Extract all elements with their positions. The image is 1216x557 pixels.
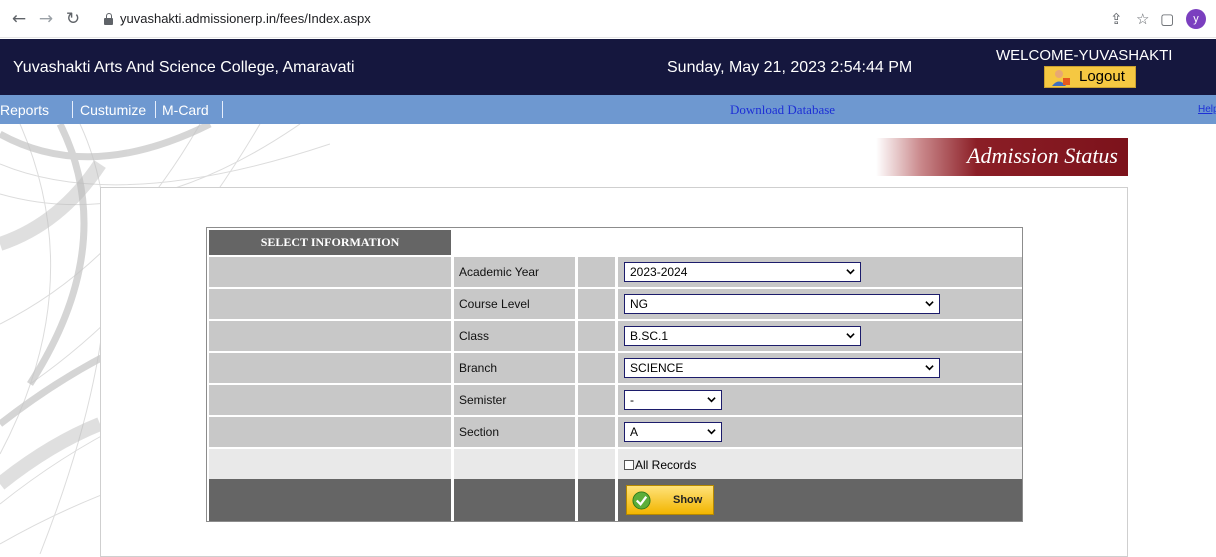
banner-title: Admission Status — [967, 143, 1118, 168]
selected-value: - — [630, 393, 634, 407]
logout-button[interactable]: Logout — [1044, 66, 1136, 88]
form-row-academic-year: Academic Year 2023-2024 — [209, 257, 1022, 287]
chevron-down-icon — [846, 269, 855, 275]
form-row-course-level: Course Level NG — [209, 289, 1022, 319]
menu-item-reports[interactable]: Reports — [0, 102, 49, 118]
logout-label: Logout — [1079, 68, 1125, 85]
menu-divider — [155, 101, 156, 118]
menu-item-customize[interactable]: Custumize — [80, 102, 146, 118]
course-level-select[interactable]: NG — [624, 294, 940, 314]
show-button[interactable]: Show — [626, 485, 714, 515]
forward-arrow-icon[interactable]: → — [35, 8, 57, 30]
all-records-checkbox[interactable]: All Records — [624, 458, 696, 472]
field-label: Course Level — [459, 297, 530, 311]
reload-icon[interactable]: ↻ — [62, 8, 84, 30]
selected-value: SCIENCE — [630, 361, 684, 375]
share-icon[interactable]: ⇪ — [1110, 8, 1123, 30]
section-select[interactable]: A — [624, 422, 722, 442]
field-label: Class — [459, 329, 490, 343]
class-select[interactable]: B.SC.1 — [624, 326, 861, 346]
current-datetime: Sunday, May 21, 2023 2:54:44 PM — [667, 59, 913, 76]
side-panel-icon[interactable]: ▢ — [1160, 8, 1174, 30]
url-text: yuvashakti.admissionerp.in/fees/Index.as… — [120, 11, 371, 26]
academic-year-select[interactable]: 2023-2024 — [624, 262, 861, 282]
user-icon — [1052, 70, 1070, 86]
semister-select[interactable]: - — [624, 390, 722, 410]
help-link[interactable]: Help — [1198, 104, 1216, 115]
college-name: Yuvashakti Arts And Science College, Ama… — [13, 59, 355, 76]
form-row-semister: Semister - — [209, 385, 1022, 415]
selected-value: B.SC.1 — [630, 329, 669, 343]
welcome-text: WELCOME-YUVASHAKTI — [996, 47, 1173, 64]
chevron-down-icon — [846, 333, 855, 339]
field-label: Academic Year — [459, 265, 540, 279]
lock-icon — [104, 13, 113, 25]
selected-value: NG — [630, 297, 648, 311]
form-row-branch: Branch SCIENCE — [209, 353, 1022, 383]
star-bookmark-icon[interactable]: ☆ — [1136, 8, 1149, 30]
checkmark-circle-icon — [632, 491, 651, 510]
form-row-actions: Show — [209, 479, 1022, 521]
select-information-form: SELECT INFORMATION Academic Year 2023-20… — [206, 227, 1023, 522]
selected-value: 2023-2024 — [630, 265, 688, 279]
field-label: Section — [459, 425, 500, 439]
field-label: Semister — [459, 393, 507, 407]
menu-item-m-card[interactable]: M-Card — [162, 102, 209, 118]
address-bar[interactable]: yuvashakti.admissionerp.in/fees/Index.as… — [104, 6, 1064, 32]
admission-status-banner: Admission Status — [876, 138, 1128, 176]
back-arrow-icon[interactable]: ← — [8, 8, 30, 30]
browser-toolbar: ← → ↻ yuvashakti.admissionerp.in/fees/In… — [0, 0, 1216, 38]
profile-avatar[interactable]: y — [1186, 9, 1206, 29]
form-row-all-records: All Records — [209, 449, 1022, 479]
chevron-down-icon — [707, 429, 716, 435]
app-header: Yuvashakti Arts And Science College, Ama… — [0, 39, 1216, 95]
show-label: Show — [673, 494, 703, 506]
menu-bar: Reports Custumize M-Card Download Databa… — [0, 95, 1216, 124]
chevron-down-icon — [707, 397, 716, 403]
branch-select[interactable]: SCIENCE — [624, 358, 940, 378]
download-database-link[interactable]: Download Database — [730, 102, 835, 118]
form-heading: SELECT INFORMATION — [209, 230, 451, 255]
form-row-class: Class B.SC.1 — [209, 321, 1022, 351]
menu-divider — [72, 101, 73, 118]
selected-value: A — [630, 425, 639, 439]
form-row-section: Section A — [209, 417, 1022, 447]
menu-divider — [222, 101, 223, 118]
field-label: Branch — [459, 361, 498, 375]
chevron-down-icon — [925, 301, 934, 307]
chevron-down-icon — [925, 365, 934, 371]
all-records-label: All Records — [635, 458, 697, 472]
checkbox-box[interactable] — [624, 460, 634, 470]
